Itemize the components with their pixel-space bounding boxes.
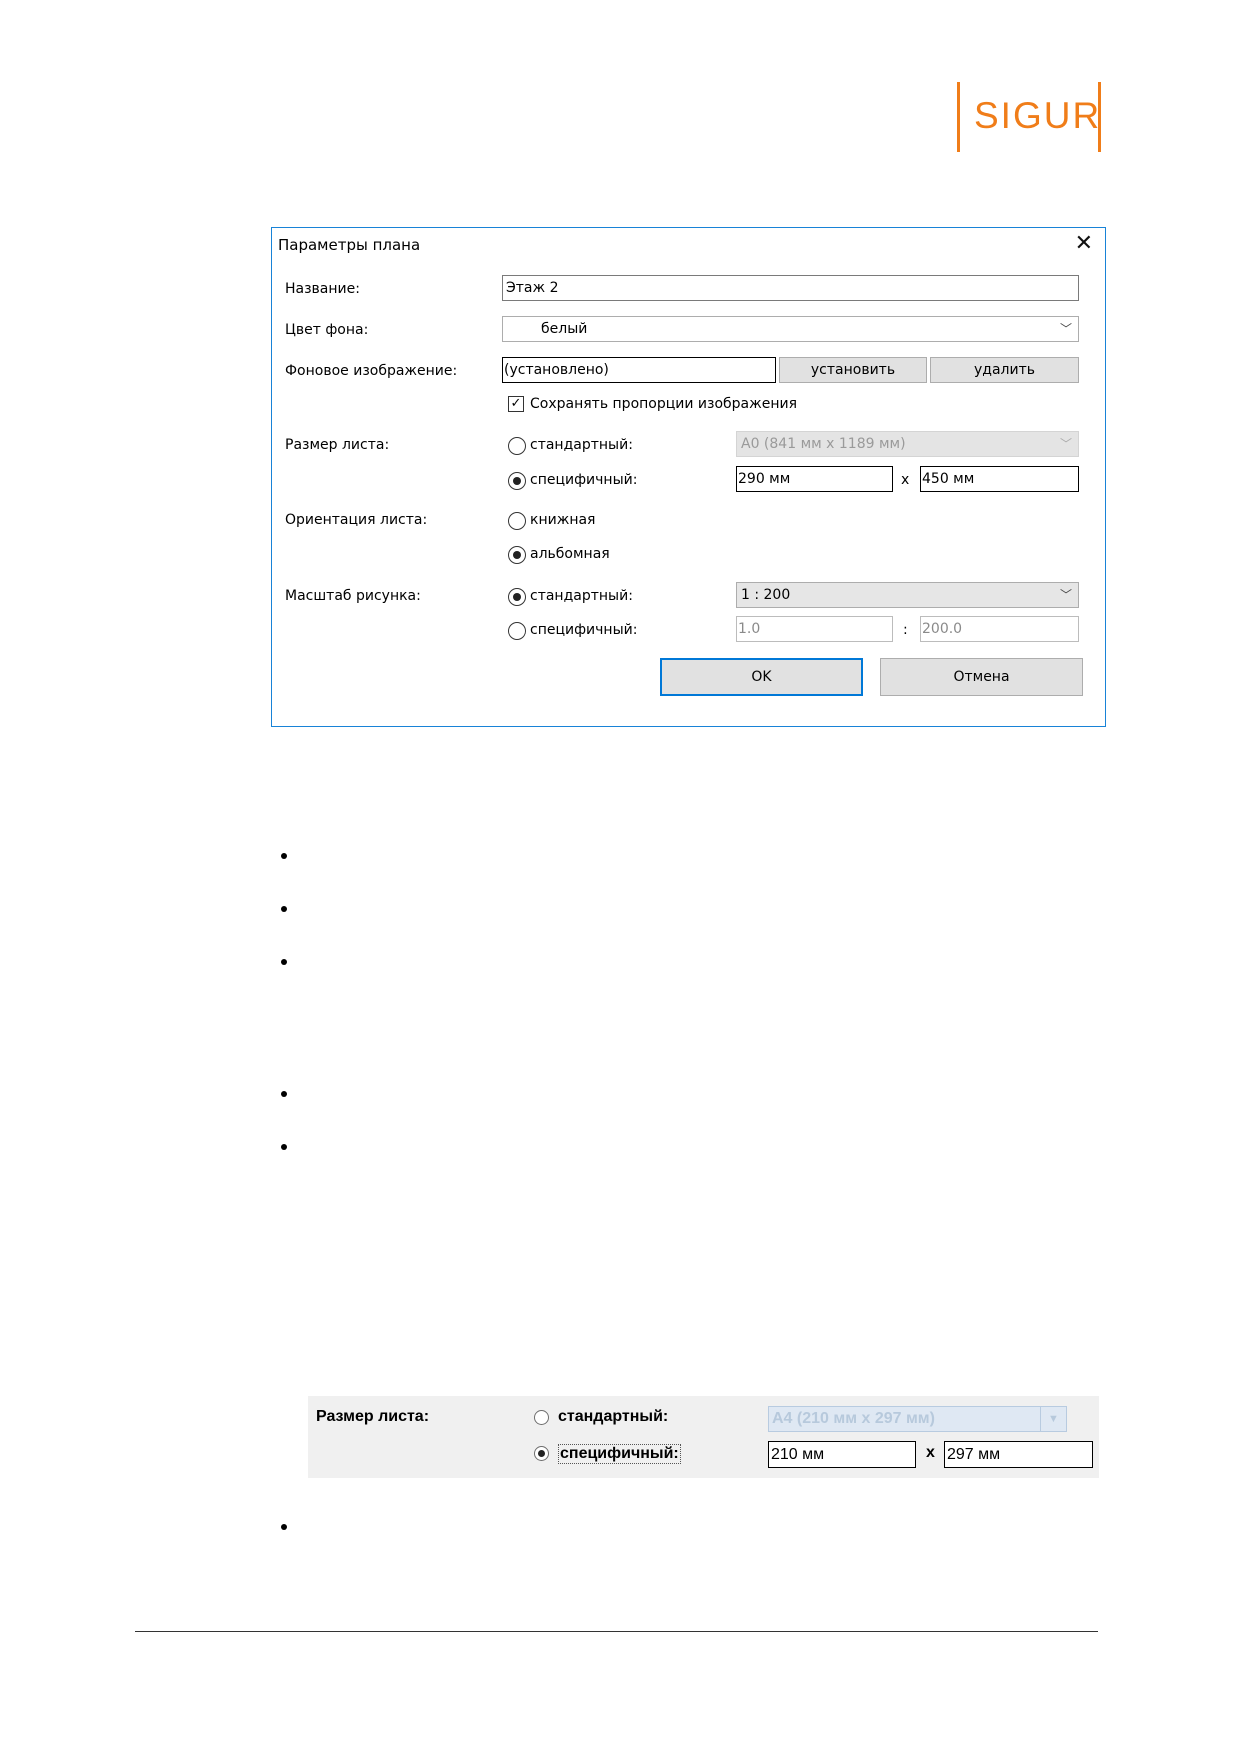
bg-image-label: Фоновое изображение: [285,363,458,379]
ok-button[interactable]: OK [660,658,863,696]
logo-text: SIGUR [974,95,1102,136]
scale-a-input[interactable]: 1.0 [736,616,893,642]
panel-standard-value: A4 (210 мм x 297 мм) [772,1410,935,1427]
keep-proportions-label: Сохранять пропорции изображения [530,396,798,412]
set-image-button[interactable]: установить [779,357,927,383]
scale-standard-select[interactable]: 1 : 200 ﹀ [736,582,1079,608]
logo-bar-left [957,82,960,152]
landscape-label: альбомная [530,546,610,562]
dialog-title: Параметры плана [278,236,421,254]
bg-color-label: Цвет фона: [285,322,369,338]
scale-custom-label: специфичный: [530,622,638,638]
portrait-label: книжная [530,512,596,528]
panel-standard-radio[interactable] [534,1410,549,1425]
sheet-custom-label: специфичный: [530,472,638,488]
close-icon[interactable]: ✕ [1075,231,1093,256]
bg-color-value: белый [541,321,588,337]
sheet-size-label: Размер листа: [285,437,390,453]
sheet-standard-value: A0 (841 мм x 1189 мм) [741,436,906,452]
panel-height-input[interactable]: 297 мм [944,1441,1093,1468]
sheet-standard-label: стандартный: [530,437,633,453]
panel-width-input[interactable]: 210 мм [768,1441,916,1468]
panel-standard-label: стандартный: [558,1408,669,1425]
list-bullet [281,1144,287,1150]
sheet-standard-select[interactable]: A0 (841 мм x 1189 мм) ﹀ [736,431,1079,457]
panel-standard-select[interactable]: A4 (210 мм x 297 мм) ▼ [768,1406,1067,1432]
sheet-height-input[interactable]: 450 мм [920,466,1079,492]
list-bullet [281,1524,287,1530]
name-label: Название: [285,281,360,297]
sheet-size-panel: Размер листа: стандартный: A4 (210 мм x … [308,1396,1099,1478]
sheet-times-sign: x [901,472,910,488]
delete-image-button[interactable]: удалить [930,357,1079,383]
logo-bar-right [1098,82,1101,152]
keep-proportions-checkbox[interactable]: ✓ [508,396,524,412]
cancel-button[interactable]: Отмена [880,658,1083,696]
landscape-radio[interactable] [508,546,526,564]
list-bullet [281,959,287,965]
scale-standard-value: 1 : 200 [741,587,791,603]
list-bullet [281,906,287,912]
panel-custom-radio[interactable] [534,1446,549,1461]
scale-label: Масштаб рисунка: [285,588,421,604]
list-bullet [281,853,287,859]
sheet-standard-radio[interactable] [508,437,526,455]
chevron-down-icon: ﹀ [1059,588,1072,602]
chevron-down-icon: ▼ [1040,1407,1066,1431]
plan-parameters-dialog: Параметры плана ✕ Название: Этаж 2 Цвет … [271,227,1106,727]
panel-custom-label: специфичный: [558,1444,681,1464]
sheet-width-input[interactable]: 290 мм [736,466,893,492]
scale-colon: : [903,622,908,638]
scale-custom-radio[interactable] [508,622,526,640]
orientation-label: Ориентация листа: [285,512,428,528]
panel-times-sign: x [926,1444,935,1461]
list-bullet [281,1091,287,1097]
sheet-custom-radio[interactable] [508,472,526,490]
scale-b-input[interactable]: 200.0 [920,616,1079,642]
name-input[interactable]: Этаж 2 [502,275,1079,301]
panel-sheet-size-label: Размер листа: [316,1408,430,1425]
chevron-down-icon: ﹀ [1059,437,1072,451]
scale-standard-label: стандартный: [530,588,633,604]
bg-image-field[interactable]: (установлено) [502,357,776,383]
chevron-down-icon: ﹀ [1059,322,1072,336]
portrait-radio[interactable] [508,512,526,530]
footer-divider [135,1631,1098,1632]
bg-color-select[interactable]: белый ﹀ [502,316,1079,342]
sigur-logo: SIGUR [957,82,1101,152]
scale-standard-radio[interactable] [508,588,526,606]
